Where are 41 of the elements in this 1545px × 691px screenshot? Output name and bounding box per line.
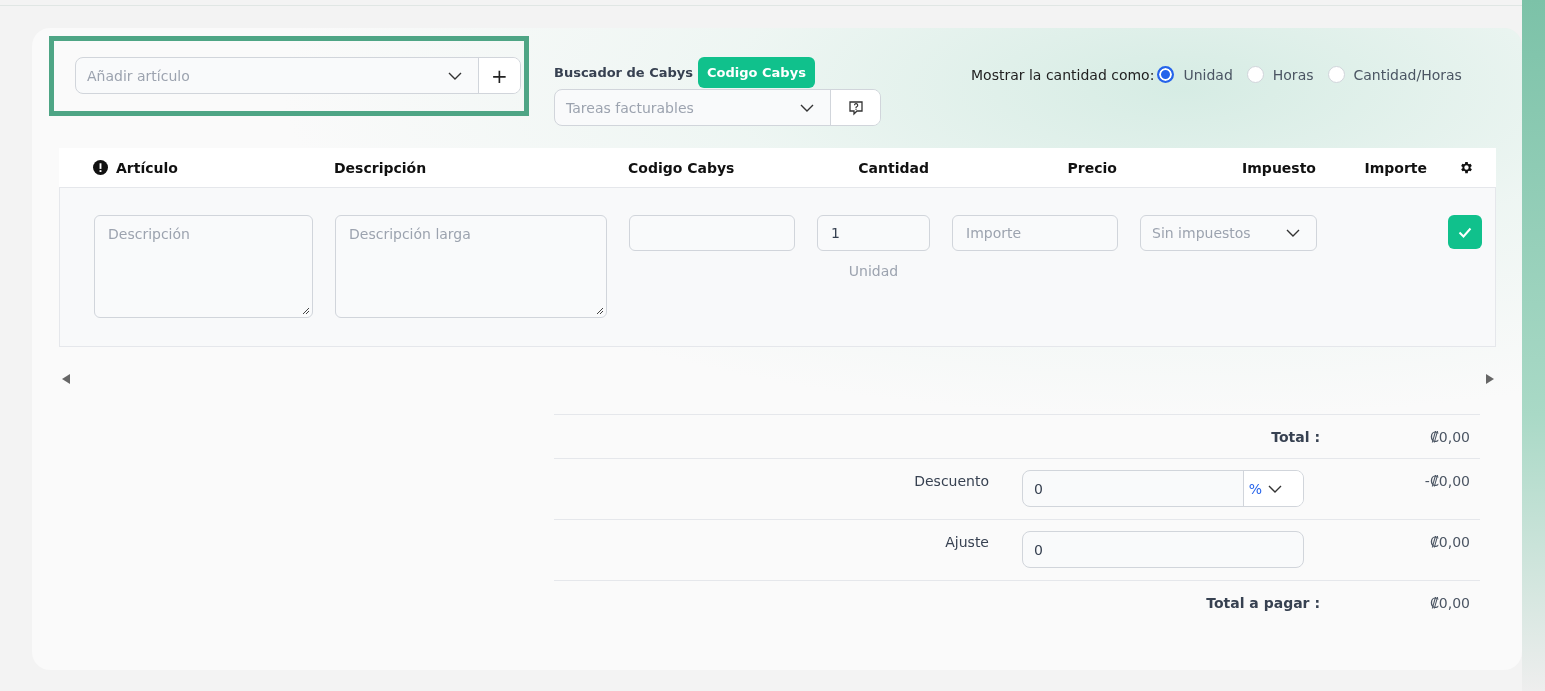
chevron-down-icon	[1268, 484, 1283, 493]
discount-label: Descuento	[913, 472, 989, 491]
quantity-field[interactable]: 1	[817, 215, 930, 251]
adjustment-amount: ₡0,00	[1428, 533, 1470, 552]
unit-label: Unidad	[847, 263, 900, 279]
quantity-mode-label: Mostrar la cantidad como:	[971, 66, 1155, 83]
chevron-down-icon	[448, 71, 462, 80]
column-header: Descripción	[334, 159, 427, 176]
quantity-mode-radio[interactable]: Horas	[1246, 66, 1314, 83]
check-icon	[1458, 226, 1472, 238]
column-header: Artículo	[116, 159, 178, 176]
cabys-code-field[interactable]	[629, 215, 795, 251]
add-item-select[interactable]: Añadir artículo +	[75, 57, 521, 94]
column-header: Precio	[1067, 159, 1117, 176]
scroll-right-icon[interactable]	[1486, 374, 1494, 384]
chevron-down-icon	[800, 103, 814, 112]
column-header: Cantidad	[858, 159, 929, 176]
discount-amount: -₡0,00	[1423, 472, 1470, 491]
quantity-mode-radio[interactable]: Cantidad/Horas	[1327, 66, 1462, 83]
grand-total-amount: ₡0,00	[1428, 594, 1470, 611]
cabys-search-label: Buscador de Cabys	[554, 64, 694, 80]
add-button[interactable]: +	[478, 58, 520, 93]
total-label: Total :	[1270, 428, 1320, 445]
total-amount: ₡0,00	[1428, 428, 1470, 445]
column-header: Importe	[1364, 159, 1427, 176]
scroll-left-icon[interactable]	[62, 374, 70, 384]
adjustment-field[interactable]: 0	[1022, 531, 1304, 568]
help-button[interactable]	[830, 90, 880, 125]
column-header: Codigo Cabys	[628, 159, 735, 176]
alert-icon	[93, 160, 108, 175]
grand-total-label: Total a pagar :	[1205, 594, 1320, 611]
settings-icon[interactable]	[1458, 160, 1474, 175]
quantity-mode-radio[interactable]: Unidad	[1157, 66, 1233, 83]
discount-unit-select[interactable]: %	[1243, 471, 1303, 506]
column-header: Impuesto	[1242, 159, 1316, 176]
discount-field[interactable]: 0 %	[1022, 470, 1304, 507]
resize-grip-icon[interactable]	[302, 307, 310, 315]
resize-grip-icon[interactable]	[596, 307, 604, 315]
chevron-down-icon	[1286, 229, 1300, 237]
adjustment-label: Ajuste	[944, 533, 989, 552]
help-icon	[847, 99, 864, 116]
